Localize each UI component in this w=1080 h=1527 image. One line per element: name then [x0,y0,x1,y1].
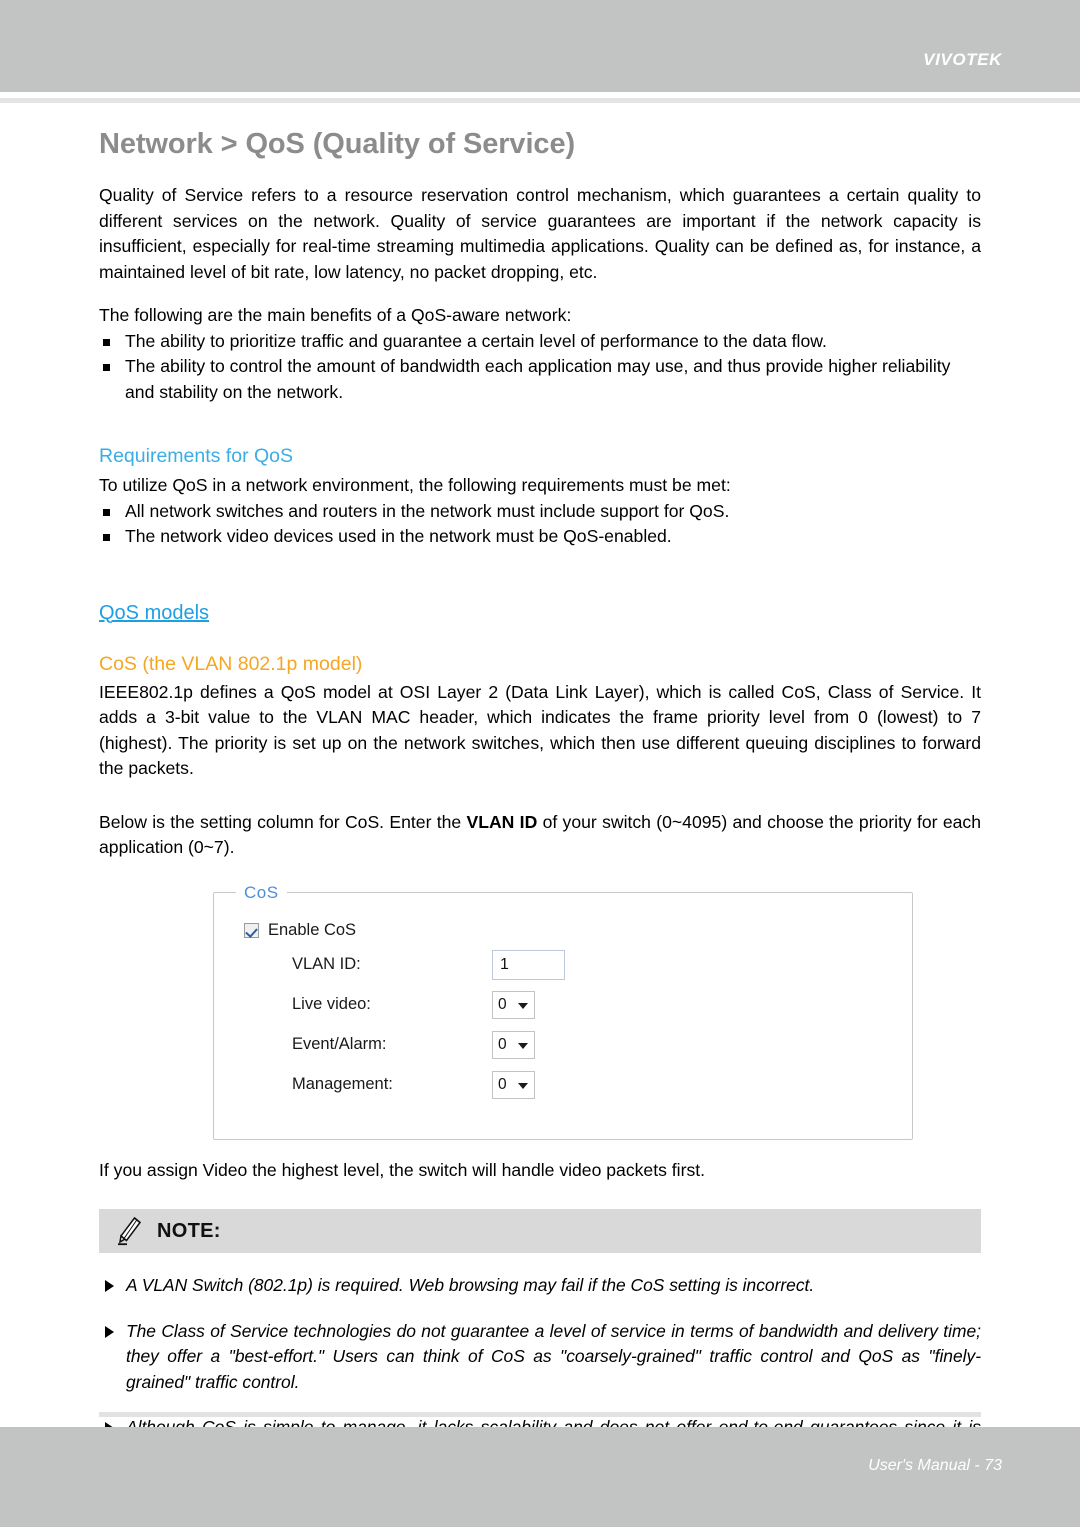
list-item: The ability to control the amount of ban… [99,354,981,405]
list-item: A VLAN Switch (802.1p) is required. Web … [99,1273,981,1299]
list-item-text: The Class of Service technologies do not… [126,1320,981,1392]
chevron-down-icon [518,1042,528,1049]
vlan-id-input[interactable]: 1 [492,949,565,980]
chevron-down-icon [518,1082,528,1089]
header-divider [0,98,1080,103]
note-header-bar: NOTE: [99,1209,981,1253]
list-item: The Class of Service technologies do not… [99,1319,981,1396]
cos-model-heading: CoS (the VLAN 802.1p model) [99,652,363,675]
vlan-id-label: VLAN ID: [292,955,361,973]
requirements-lead: To utilize QoS in a network environment,… [99,475,731,495]
note-label: NOTE: [157,1219,221,1242]
management-value: 0 [498,1075,507,1093]
list-item: The ability to prioritize traffic and gu… [99,329,981,355]
intro-paragraph: Quality of Service refers to a resource … [99,185,981,282]
cos-panel-wrapper: CoS Enable CoS VLAN ID: 1 Live video: 0 [99,882,981,1140]
enable-cos-label: Enable CoS [268,920,357,939]
pencil-icon [117,1216,143,1246]
benefits-lead: The following are the main benefits of a… [99,305,572,325]
list-item: All network switches and routers in the … [99,499,981,525]
list-item-text: The ability to control the amount of ban… [125,356,951,402]
enable-cos-checkbox[interactable] [244,922,259,938]
event-alarm-value: 0 [498,1035,507,1053]
square-bullet-icon [103,364,110,371]
vlan-id-row: VLAN ID: 1 [292,949,912,980]
vivotek-logo: VIVOTEK [923,50,1002,69]
requirements-heading: Requirements for QoS [99,445,294,467]
event-alarm-select[interactable]: 0 [492,1030,535,1059]
square-bullet-icon [103,338,110,346]
management-select[interactable]: 0 [492,1070,535,1099]
square-bullet-icon [103,508,110,516]
requirements-list: All network switches and routers in the … [99,499,981,550]
footer-page-label: User's Manual - 73 [868,1457,1002,1474]
manual-page: VIVOTEK Network > QoS (Quality of Servic… [0,0,1080,1527]
square-bullet-icon [103,534,110,541]
live-video-label: Live video: [292,995,371,1013]
live-video-row: Live video: 0 [292,990,912,1020]
list-item-text: All network switches and routers in the … [125,500,730,521]
management-label: Management: [292,1075,393,1093]
chevron-down-icon [518,1002,528,1009]
management-row: Management: 0 [292,1070,912,1100]
setting-intro-before: Below is the setting column for CoS. Ent… [99,811,467,832]
triangle-bullet-icon [105,1280,114,1292]
footer-divider [99,1412,981,1417]
cos-settings-panel: CoS Enable CoS VLAN ID: 1 Live video: 0 [213,882,913,1140]
list-item-text: The ability to prioritize traffic and gu… [125,330,827,351]
page-content: Network > QoS (Quality of Service) Quali… [99,128,981,1486]
cos-model-paragraph: IEEE802.1p defines a QoS model at OSI La… [99,681,981,779]
list-item-text: The network video devices used in the ne… [125,526,672,546]
qos-models-heading: QoS models [99,601,210,624]
page-footer-bar: User's Manual - 73 [0,1427,1080,1527]
setting-intro-paragraph: Below is the setting column for CoS. Ent… [99,810,981,861]
live-video-value: 0 [498,995,507,1013]
vlan-id-emphasis: VLAN ID [466,811,538,832]
page-header-bar: VIVOTEK [0,0,1080,92]
list-item-text: A VLAN Switch (802.1p) is required. Web … [126,1275,815,1295]
list-item: The network video devices used in the ne… [99,524,981,550]
benefits-list: The ability to prioritize traffic and gu… [99,329,981,406]
enable-cos-row[interactable]: Enable CoS [244,921,912,940]
event-alarm-label: Event/Alarm: [292,1035,387,1053]
cos-panel-legend: CoS [244,882,279,902]
triangle-bullet-icon [105,1325,114,1338]
page-title: Network > QoS (Quality of Service) [99,128,576,160]
event-alarm-row: Event/Alarm: 0 [292,1030,912,1060]
after-panel-paragraph: If you assign Video the highest level, t… [99,1159,706,1180]
live-video-select[interactable]: 0 [492,990,535,1019]
